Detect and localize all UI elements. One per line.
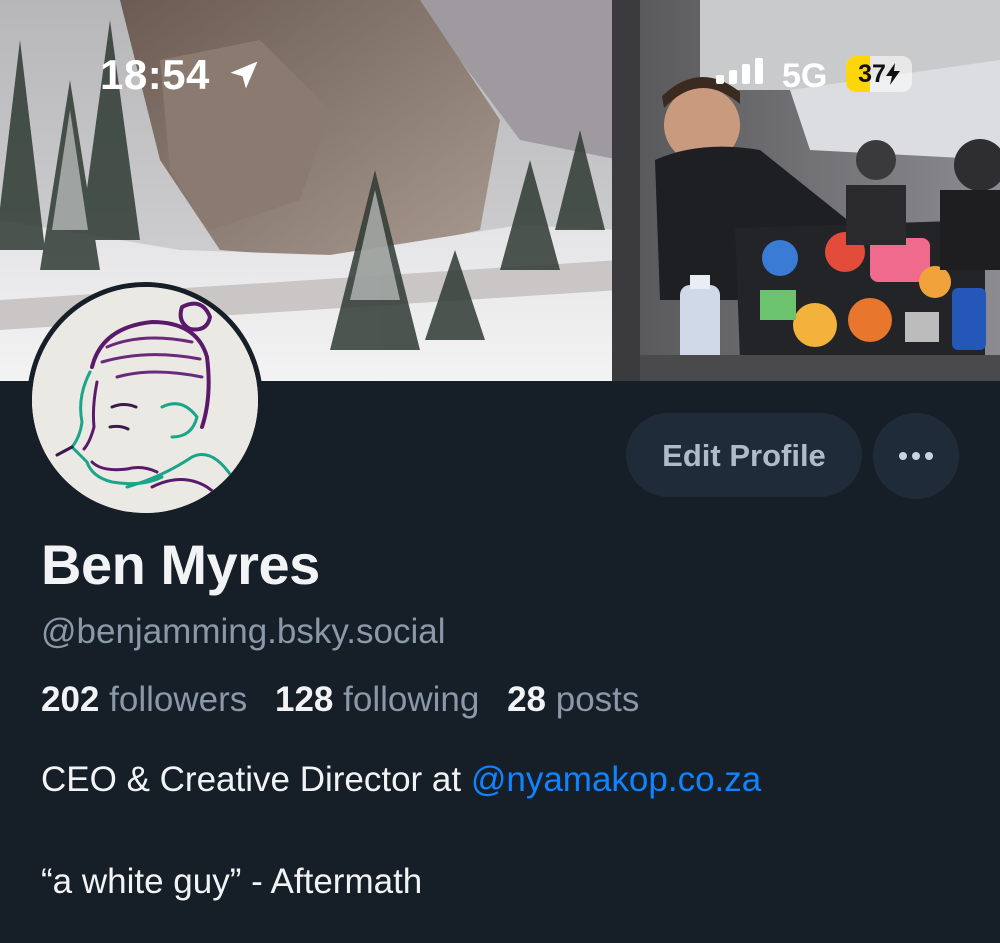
bio-mention-link[interactable]: @nyamakop.co.za — [471, 760, 761, 799]
ellipsis-icon — [899, 452, 933, 460]
followers-label: followers — [109, 680, 248, 719]
following-count: 128 — [274, 680, 334, 719]
status-time: 18:54 — [100, 51, 210, 98]
more-options-button[interactable] — [873, 413, 959, 499]
profile-screen: 18:54 5G 37 Edit Profile Ben Myres @benj… — [0, 0, 1000, 943]
posts-stat: 28 posts — [507, 680, 639, 719]
cellular-signal-icon — [716, 58, 763, 84]
avatar-image — [32, 287, 258, 513]
edit-profile-button[interactable]: Edit Profile — [626, 413, 862, 497]
display-name: Ben Myres — [41, 533, 320, 596]
following-stat[interactable]: 128 following — [275, 680, 489, 719]
bio-quote: “a white guy” - Aftermath — [41, 862, 423, 901]
following-label: following — [343, 680, 480, 719]
bio-text: CEO & Creative Director at — [41, 760, 471, 799]
posts-count: 28 — [507, 680, 546, 719]
location-arrow-icon — [230, 61, 258, 89]
followers-stat[interactable]: 202 followers — [41, 680, 257, 719]
avatar[interactable] — [27, 282, 263, 518]
followers-count: 202 — [41, 680, 100, 719]
charging-bolt-icon — [885, 63, 900, 85]
battery-level: 37 — [858, 59, 886, 88]
profile-stats: 202 followers 128 following 28 posts — [41, 680, 657, 720]
avatar-sketch — [32, 287, 258, 513]
battery-charging-icon: 37 — [846, 56, 912, 92]
battery-level-group: 37 — [846, 56, 912, 92]
posts-label: posts — [555, 680, 640, 719]
profile-bio: CEO & Creative Director at @nyamakop.co.… — [41, 760, 971, 902]
network-type: 5G — [782, 57, 828, 95]
profile-handle[interactable]: @benjamming.bsky.social — [41, 612, 445, 652]
status-bar: 18:54 5G 37 — [0, 0, 1000, 110]
